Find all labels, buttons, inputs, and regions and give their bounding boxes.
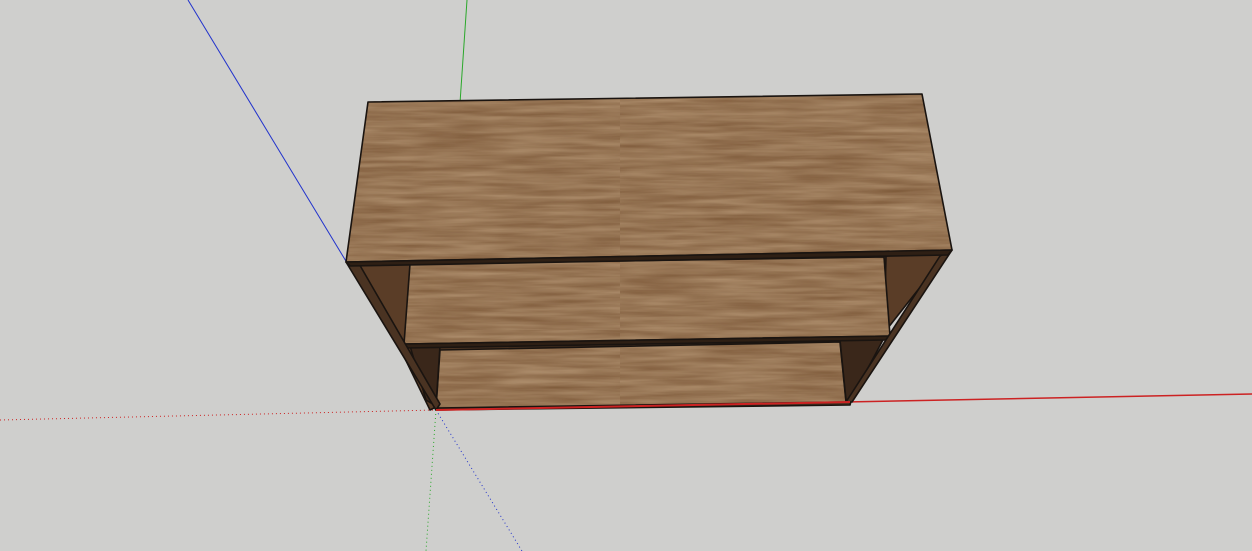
bottom-right-corner xyxy=(839,337,885,401)
green-axis-dotted xyxy=(425,409,437,551)
scene-canvas[interactable] xyxy=(0,0,1252,551)
3d-viewport[interactable] xyxy=(0,0,1252,551)
middle-shelf xyxy=(403,256,891,345)
green-axis-solid xyxy=(459,0,468,104)
bottom-shelf xyxy=(435,341,847,409)
red-axis-dotted xyxy=(0,409,437,421)
bookshelf-model[interactable] xyxy=(345,93,953,411)
blue-axis-dotted xyxy=(435,409,523,551)
top-panel xyxy=(345,93,953,263)
